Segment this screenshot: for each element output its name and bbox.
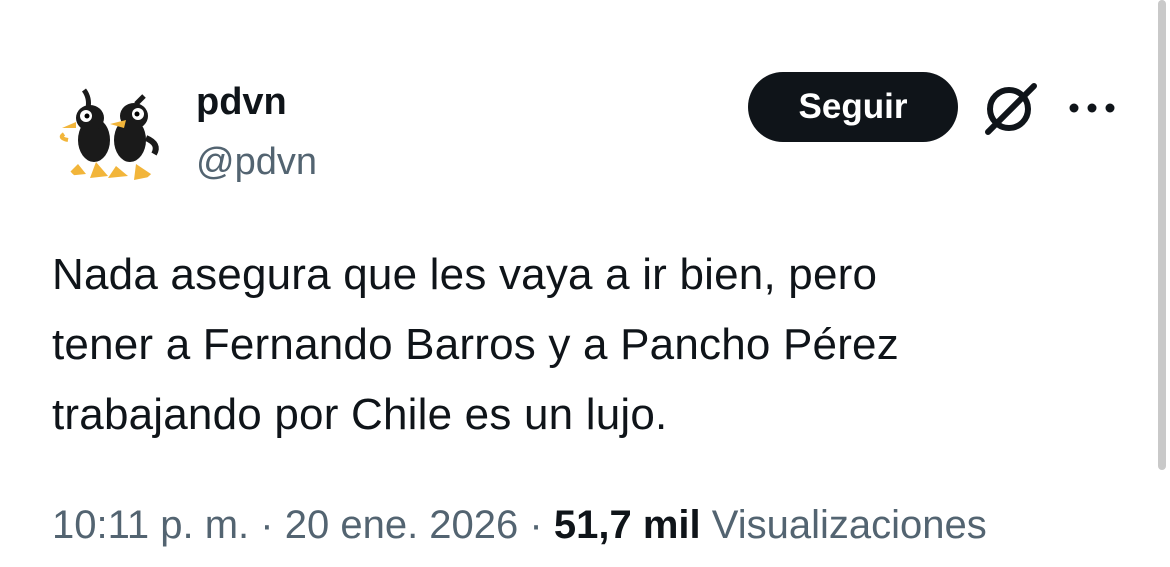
author-display-name[interactable]: pdvn bbox=[196, 80, 287, 124]
views-label: Visualizaciones bbox=[711, 503, 987, 547]
tweet-text: Nada asegura que les vaya a ir bien, per… bbox=[52, 240, 1112, 450]
scrollbar[interactable] bbox=[1158, 0, 1166, 470]
tweet-text-line: Nada asegura que les vaya a ir bien, per… bbox=[52, 250, 878, 299]
more-horizontal-icon[interactable] bbox=[1068, 96, 1116, 120]
meta-separator: · bbox=[260, 503, 274, 547]
tweet: pdvn @pdvn Seguir Nada asegura que les v… bbox=[0, 0, 1170, 567]
author-handle[interactable]: @pdvn bbox=[196, 140, 317, 184]
tweet-date[interactable]: 20 ene. 2026 bbox=[285, 503, 519, 547]
tweet-time[interactable]: 10:11 p. m. bbox=[52, 503, 249, 547]
follow-button[interactable]: Seguir bbox=[748, 72, 958, 142]
tweet-meta: 10:11 p. m. · 20 ene. 2026 · 51,7 mil Vi… bbox=[52, 500, 987, 550]
meta-separator: · bbox=[529, 503, 543, 547]
grok-icon[interactable] bbox=[980, 80, 1038, 138]
cartoon-crows-avatar-icon bbox=[59, 88, 159, 180]
views-count: 51,7 mil bbox=[553, 503, 701, 547]
avatar[interactable] bbox=[56, 78, 168, 190]
tweet-text-line: tener a Fernando Barros y a Pancho Pérez bbox=[52, 320, 899, 369]
tweet-text-line: trabajando por Chile es un lujo. bbox=[52, 390, 668, 439]
